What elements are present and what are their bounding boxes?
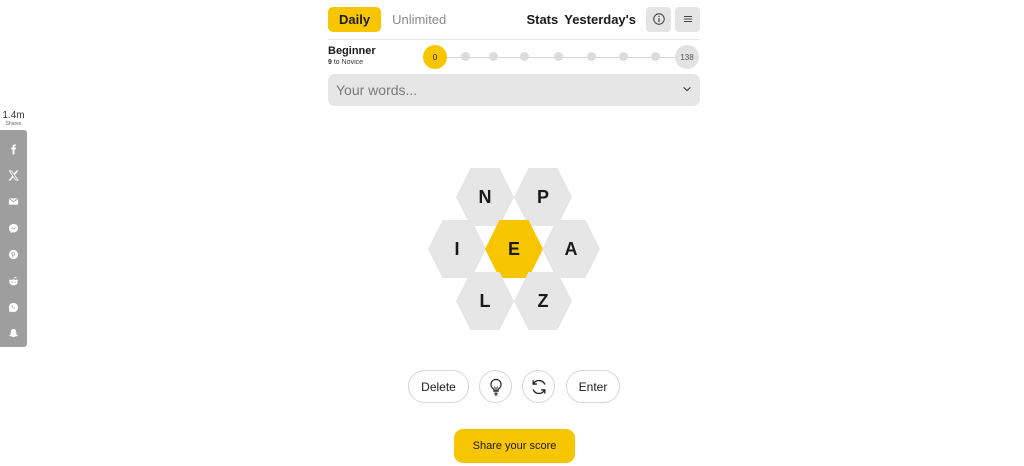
hive-cell-outer[interactable]: L — [456, 272, 514, 330]
found-words-dropdown[interactable]: Your words... — [328, 74, 700, 106]
menu-icon — [683, 16, 692, 22]
lightbulb-icon — [489, 378, 502, 396]
hint-button[interactable] — [479, 370, 512, 403]
enter-button[interactable]: Enter — [566, 370, 620, 403]
hive-cell-outer[interactable]: I — [428, 220, 486, 278]
reddit-icon[interactable] — [0, 268, 27, 294]
hive-cell-outer[interactable]: A — [542, 220, 600, 278]
share-count-number: 1.4m — [2, 110, 25, 121]
hive-cell-outer[interactable]: P — [514, 168, 572, 226]
whatsapp-icon[interactable] — [0, 294, 27, 320]
share-count: 1.4m Shares — [0, 110, 27, 127]
yesterdays-link[interactable]: Yesterday's — [564, 12, 636, 27]
facebook-icon[interactable] — [0, 136, 27, 162]
progress-current-score: 0 — [423, 45, 447, 69]
hive-cell-outer[interactable]: Z — [514, 272, 572, 330]
progress-dot — [651, 52, 660, 61]
top-nav: Daily Unlimited Stats Yesterday's — [328, 6, 700, 32]
hive-cell-outer[interactable]: N — [456, 168, 514, 226]
rank-next-label: to Novice — [333, 59, 364, 66]
nav-right: Stats Yesterday's — [526, 6, 700, 32]
tab-daily[interactable]: Daily — [328, 6, 382, 32]
snapchat-icon[interactable] — [0, 321, 27, 347]
menu-button[interactable] — [675, 6, 700, 32]
messenger-icon[interactable] — [0, 215, 27, 241]
progress-max-score: 138 — [675, 45, 699, 69]
progress-dot — [461, 52, 470, 61]
shuffle-button[interactable] — [522, 370, 555, 403]
info-icon — [652, 13, 665, 25]
share-score-button[interactable]: Share your score — [454, 429, 575, 463]
progress-dot — [520, 52, 529, 61]
pinterest-icon[interactable] — [0, 242, 27, 268]
chevron-down-icon — [682, 81, 692, 99]
rank-next: 9 to Novice — [328, 58, 376, 68]
rank-progress[interactable]: 0 138 — [423, 45, 699, 69]
info-button[interactable] — [646, 6, 671, 32]
x-icon[interactable] — [0, 162, 27, 188]
rank-title: Beginner — [328, 45, 376, 57]
nav-divider — [328, 39, 700, 40]
progress-dot — [619, 52, 628, 61]
delete-button[interactable]: Delete — [408, 370, 469, 403]
rank-next-points: 9 — [328, 59, 332, 66]
stats-link[interactable]: Stats — [526, 12, 558, 27]
share-sidebar — [0, 130, 27, 347]
rank-info: Beginner 9 to Novice — [328, 45, 376, 68]
found-words-placeholder: Your words... — [336, 82, 418, 98]
hive-cell-center[interactable]: E — [485, 220, 543, 278]
tab-unlimited[interactable]: Unlimited — [392, 12, 446, 27]
progress-dot — [489, 52, 498, 61]
progress-dot — [587, 52, 596, 61]
shuffle-icon — [532, 379, 545, 394]
email-icon[interactable] — [0, 189, 27, 215]
progress-dot — [554, 52, 563, 61]
share-count-label: Shares — [5, 121, 22, 127]
